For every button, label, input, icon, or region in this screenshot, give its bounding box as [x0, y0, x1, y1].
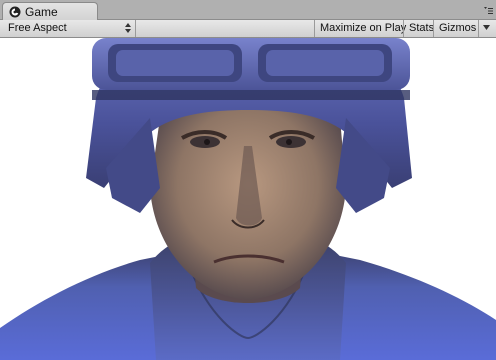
stats-button[interactable]: Stats [403, 20, 434, 37]
aspect-dropdown[interactable]: Free Aspect [2, 20, 136, 37]
tab-strip: Game [0, 0, 496, 21]
tab-title: Game [25, 5, 58, 19]
gizmos-button[interactable]: Gizmos [433, 20, 478, 37]
window-menu-icon[interactable] [483, 6, 493, 16]
tab-game[interactable]: Game [2, 2, 98, 21]
maximize-on-play-button[interactable]: Maximize on Play [314, 20, 406, 37]
chevron-down-icon [483, 25, 490, 30]
soldier-render [0, 38, 496, 360]
game-viewport[interactable] [0, 38, 496, 360]
game-toolbar: Free Aspect Maximize on Play Stats Gizmo… [0, 20, 496, 38]
aspect-label: Free Aspect [8, 22, 67, 34]
up-down-arrows-icon [125, 23, 131, 33]
game-view-icon [9, 6, 21, 18]
gizmos-dropdown-button[interactable] [478, 20, 494, 37]
